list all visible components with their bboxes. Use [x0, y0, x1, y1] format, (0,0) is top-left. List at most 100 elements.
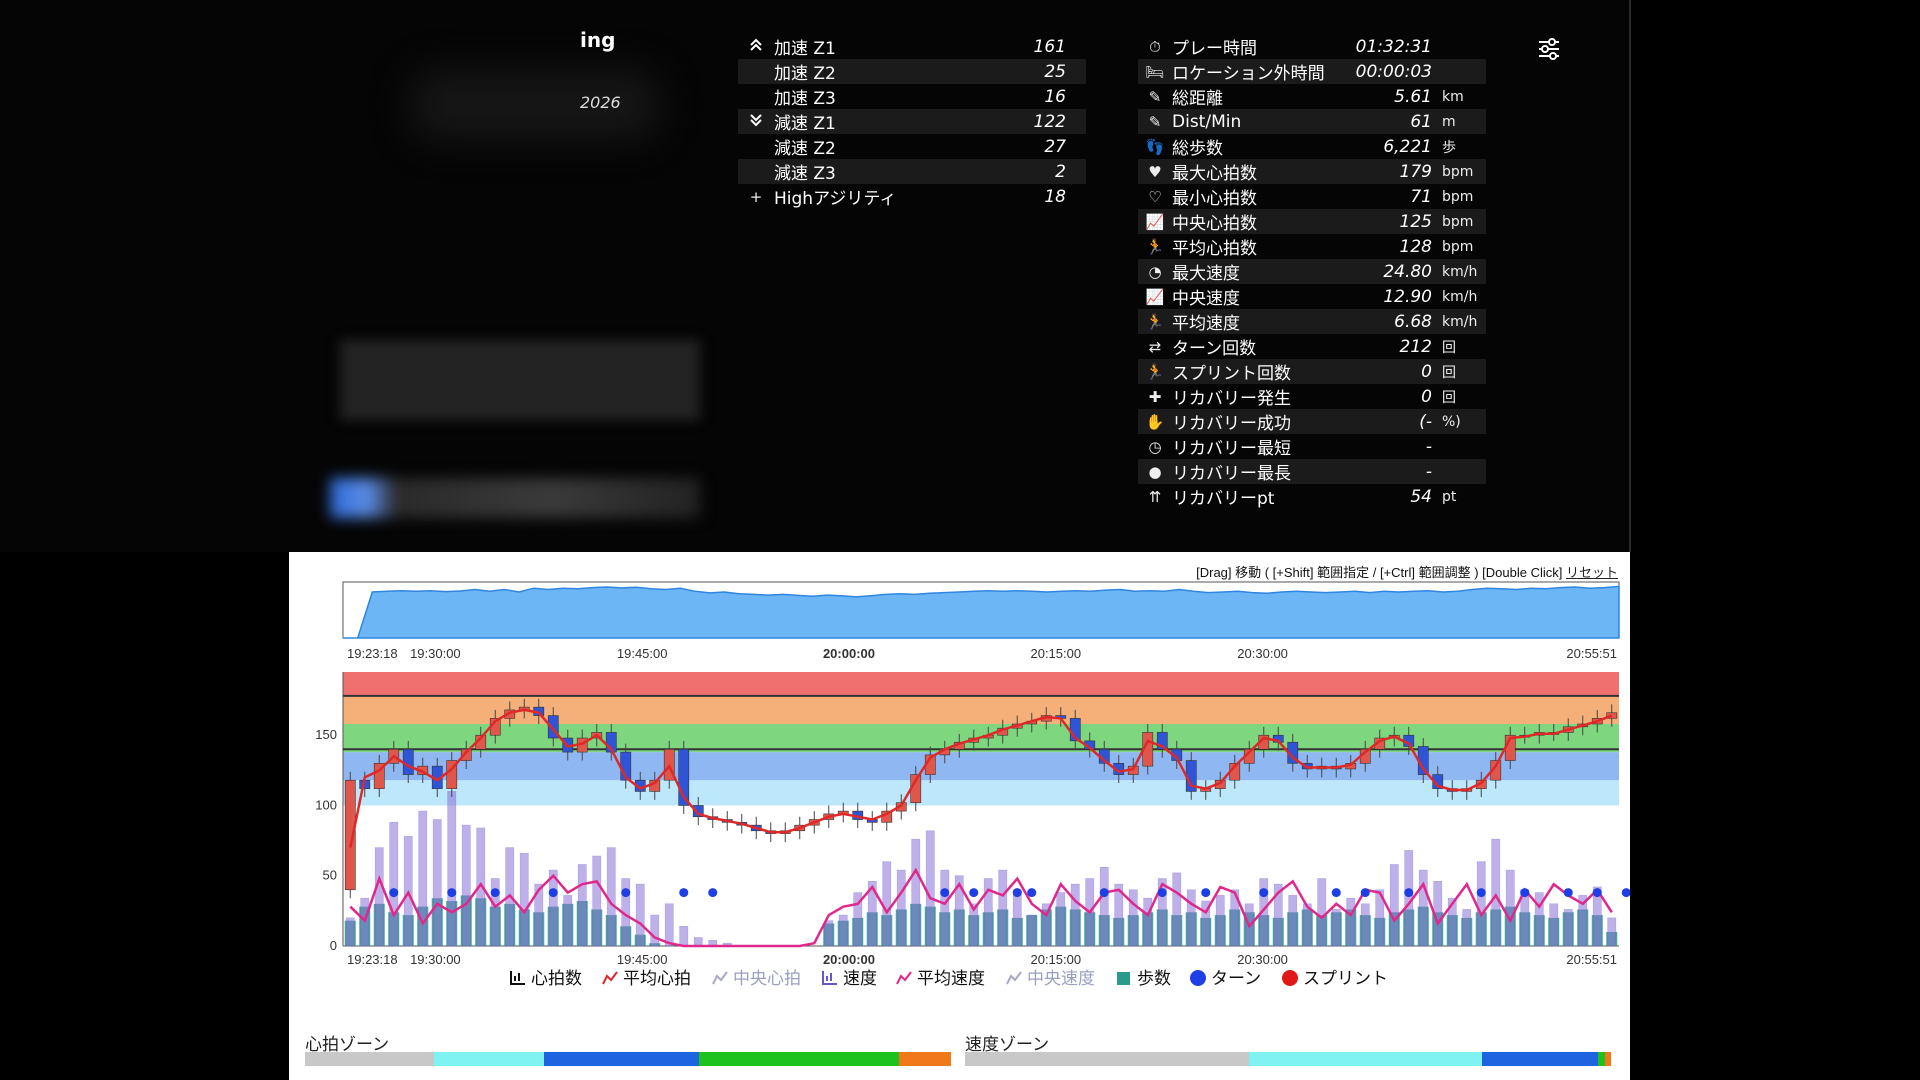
y-tick-label: 150 [315, 727, 337, 742]
agility-label: Highアジリティ [774, 189, 897, 209]
stat-unit: pt [1442, 488, 1457, 505]
agility-label: 加速 Z2 [774, 64, 836, 84]
speed-bar [418, 810, 428, 947]
chart-svg[interactable]: 19:23:18 19:30:00 19:45:00 20:00:00 20:15:00… [289, 552, 1630, 1080]
clock-outline-icon: ◷ [1148, 437, 1162, 456]
speed-zone-bar [965, 1052, 1611, 1066]
zone-segment [1481, 1052, 1599, 1066]
sliders-settings-icon[interactable] [1536, 36, 1562, 62]
overview-x-tick: 20:55:51 [1566, 646, 1617, 661]
zone-segment [1604, 1052, 1611, 1066]
turn-marker [1027, 888, 1037, 898]
stat-value: 12.90 [1383, 286, 1432, 307]
agility-value: 161 [1033, 36, 1066, 57]
speed-bar [679, 926, 689, 947]
stat-label: 平均速度 [1172, 314, 1240, 334]
stat-label: リカバリーpt [1172, 489, 1275, 509]
turn-marker [548, 888, 558, 898]
agility-label: 加速 Z1 [774, 39, 836, 59]
footsteps-icon: 👣 [1145, 137, 1165, 156]
stat-row: 🏃 平均速度 6.68 km/h [1138, 309, 1486, 334]
stat-value: 212 [1399, 336, 1432, 357]
stat-value: 0 [1421, 386, 1432, 407]
stat-row: ✎ Dist/Min 61 m [1138, 109, 1486, 134]
speed-bar [1505, 869, 1515, 947]
stat-value: 71 [1410, 186, 1432, 207]
stat-unit: bpm [1442, 163, 1474, 180]
main-x-tick: 20:00:00 [823, 952, 875, 967]
legend-label: 中央速度 [1027, 969, 1095, 989]
agility-row: 加速 Z2 25 [738, 59, 1086, 84]
turn-marker [708, 888, 718, 898]
sprint-icon: 🏃 [1145, 362, 1165, 381]
chevrons-up-icon [738, 38, 774, 56]
legend-swatch [1117, 972, 1130, 985]
stat-value: 24.80 [1383, 261, 1432, 282]
speed-bar [1491, 838, 1501, 947]
agility-row: 減速 Z2 27 [738, 134, 1086, 160]
stat-unit: %) [1442, 413, 1461, 430]
stat-unit: km/h [1442, 313, 1478, 330]
turn-marker [940, 888, 950, 898]
arrows-up-icon: ⇈ [1148, 487, 1162, 506]
turn-marker [621, 888, 631, 898]
heart-outline-icon: ♡ [1148, 187, 1162, 206]
stats-table: ⏱ プレー時間 01:32:31 🛏 ロケーション外時間 00:00:03 ✎ 総距離 5.61… [1138, 34, 1486, 509]
stat-row: 📈 中央速度 12.90 km/h [1138, 284, 1486, 310]
main-x-tick: 19:30:00 [410, 952, 461, 967]
turn-marker [969, 888, 979, 898]
speed-bar [693, 937, 703, 947]
speed-bar [635, 883, 645, 947]
stat-value: 01:32:31 [1355, 36, 1432, 57]
stat-unit: km [1442, 88, 1464, 105]
stat-row: ✋ リカバリー成功 (-%) [1138, 409, 1486, 434]
speed-bar [824, 920, 834, 947]
speed-bar [1389, 864, 1399, 947]
stat-unit: km/h [1442, 288, 1478, 305]
bed-icon: 🛏 [1145, 62, 1165, 81]
agility-value: 25 [1044, 61, 1066, 82]
stat-row: 🛏 ロケーション外時間 00:00:03 [1138, 59, 1486, 84]
turn-marker [1563, 888, 1573, 898]
overview-area [343, 585, 1620, 639]
stat-value: 125 [1399, 211, 1432, 232]
speed-bar [650, 914, 660, 947]
turn-marker [1012, 888, 1022, 898]
legend-line-icon [1006, 971, 1022, 985]
speed-bar [1607, 917, 1617, 947]
agility-value: 18 [1044, 186, 1066, 207]
stat-label: リカバリー最短 [1172, 439, 1291, 459]
stat-value: 61 [1410, 111, 1432, 132]
turn-marker [389, 888, 399, 898]
speed-bar [1070, 883, 1080, 947]
overview-x-tick: 19:23:18 [347, 646, 398, 661]
speed-bar [1012, 889, 1022, 947]
blurred-region [340, 340, 700, 420]
speed-bar [1476, 861, 1486, 947]
stat-row: ⇈ リカバリーpt 54 pt [1138, 484, 1486, 510]
legend-line-icon [896, 971, 912, 985]
stat-value: 5.61 [1394, 86, 1432, 107]
speed-bar [838, 914, 848, 947]
stat-unit: 回 [1442, 339, 1456, 356]
stat-label: 最大心拍数 [1172, 164, 1257, 184]
stat-label: リカバリー最長 [1172, 464, 1291, 484]
overview-x-tick: 20:15:00 [1030, 646, 1081, 661]
stat-row: ◔ 最大速度 24.80 km/h [1138, 259, 1486, 284]
speed-bar [664, 903, 674, 947]
main-x-tick: 20:30:00 [1237, 952, 1288, 967]
agility-value: 27 [1044, 136, 1066, 157]
legend-label: 速度 [843, 969, 877, 989]
speed-bar [432, 819, 442, 947]
y-tick-label: 50 [323, 868, 337, 883]
blurred-region [410, 70, 660, 140]
agility-row: + Highアジリティ 18 [738, 184, 1086, 210]
speed-bar [1346, 897, 1356, 947]
legend-line-icon [712, 971, 728, 985]
speed-bar [998, 869, 1008, 947]
line-chart-icon: 📈 [1145, 287, 1165, 306]
line-chart-icon: 📈 [1145, 212, 1165, 231]
agility-label: 減速 Z1 [774, 114, 836, 134]
speed-bar [911, 838, 921, 947]
stat-value: 179 [1399, 161, 1432, 182]
